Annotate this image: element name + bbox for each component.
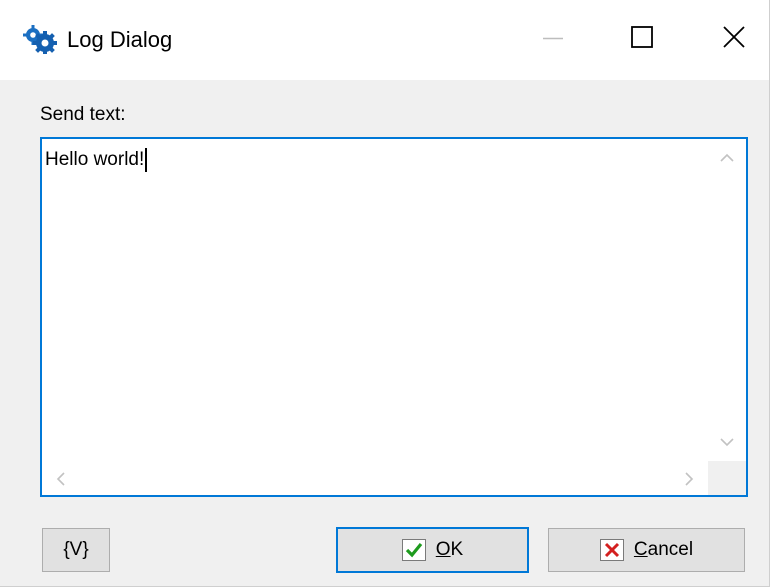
ok-label: OK (435, 539, 464, 560)
scroll-left-icon[interactable] (54, 470, 68, 493)
title-bar[interactable]: Log Dialog (0, 0, 769, 80)
x-mark-icon (599, 539, 624, 561)
scroll-up-icon[interactable] (718, 151, 736, 170)
ok-button[interactable]: OK (336, 527, 529, 573)
text-caret (145, 148, 148, 172)
send-text-label: Send text: (40, 104, 126, 125)
close-button[interactable] (690, 0, 769, 78)
insert-variable-label: {V} (63, 539, 89, 560)
scrollbar-corner (708, 461, 746, 495)
scroll-right-icon[interactable] (682, 470, 696, 493)
cancel-button[interactable]: Cancel (548, 528, 745, 572)
scroll-down-icon[interactable] (718, 435, 736, 454)
vertical-scrollbar[interactable] (708, 139, 746, 461)
send-text-value: Hello world! (45, 149, 145, 170)
send-text-area[interactable]: Hello world! (40, 137, 748, 497)
gears-icon (22, 24, 58, 54)
minimize-button[interactable] (506, 0, 598, 78)
log-dialog-window: Log Dialog Send text: Hello world! {V} O… (0, 0, 770, 587)
cancel-label: Cancel (633, 539, 694, 560)
window-title: Log Dialog (67, 27, 173, 52)
send-text-content[interactable]: Hello world! (45, 148, 148, 172)
horizontal-scrollbar[interactable] (42, 461, 708, 495)
checkmark-icon (401, 539, 426, 561)
maximize-button[interactable] (598, 0, 690, 78)
insert-variable-button[interactable]: {V} (42, 528, 110, 572)
